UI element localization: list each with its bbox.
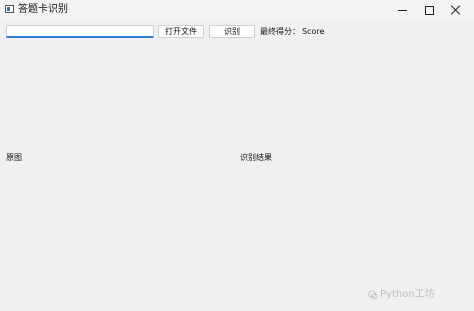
recognition-result-label: 识别结果 — [240, 153, 272, 162]
final-score-label: 最终得分： — [260, 27, 300, 36]
watermark-text: Python工坊 — [380, 289, 435, 300]
close-button[interactable] — [436, 0, 474, 20]
app-icon — [5, 5, 14, 13]
final-score-value: Score — [302, 27, 325, 36]
app-window: 答题卡识别 打开文件 识别 最终得分： Score 原图 识别结果 Python… — [0, 0, 474, 311]
wechat-logo-icon — [368, 290, 378, 300]
open-file-button[interactable]: 打开文件 — [158, 25, 204, 38]
close-icon — [451, 5, 461, 15]
title-bar[interactable]: 答题卡识别 — [0, 0, 474, 20]
file-path-input[interactable] — [6, 25, 154, 38]
recognize-button[interactable]: 识别 — [209, 25, 255, 38]
minimize-icon — [397, 9, 407, 11]
watermark: Python工坊 — [368, 288, 435, 302]
original-image-label: 原图 — [6, 153, 22, 162]
maximize-icon — [424, 5, 434, 15]
window-title: 答题卡识别 — [18, 4, 68, 15]
